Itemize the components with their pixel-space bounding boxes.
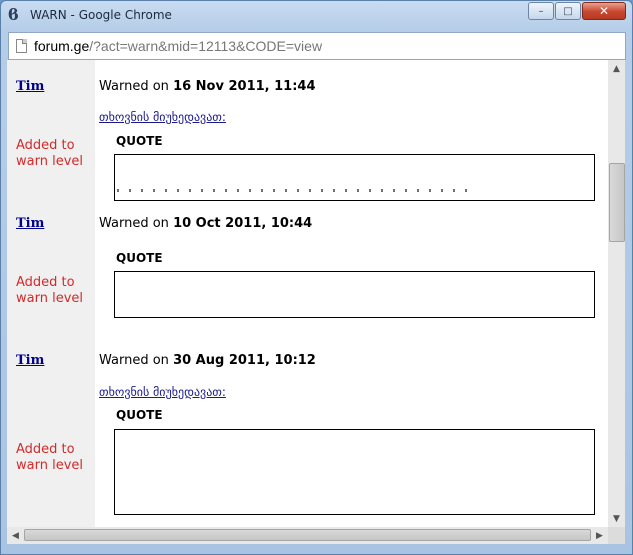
quote-text-fragment bbox=[117, 189, 477, 192]
topic-link[interactable]: თხოვნის მიუხედავათ: bbox=[99, 385, 226, 399]
title-bar[interactable]: ϐ WARN - Google Chrome – □ ✕ bbox=[1, 1, 632, 31]
vertical-scroll-thumb[interactable] bbox=[609, 163, 625, 242]
maximize-button[interactable]: □ bbox=[555, 2, 581, 20]
warned-on-label: Warned on bbox=[99, 216, 169, 231]
minimize-button[interactable]: – bbox=[528, 2, 554, 20]
warn-date-line: Warned on 30 Aug 2011, 10:12 bbox=[99, 353, 316, 368]
warn-date-line: Warned on 16 Nov 2011, 11:44 bbox=[99, 79, 316, 94]
window-controls: – □ ✕ bbox=[528, 2, 626, 20]
quote-box bbox=[114, 429, 595, 515]
address-bar[interactable]: forum.ge /?act=warn&mid=12113&CODE=view bbox=[8, 32, 626, 60]
vertical-scrollbar[interactable]: ▲ ▼ bbox=[608, 60, 625, 527]
warn-date: 16 Nov 2011, 11:44 bbox=[173, 79, 316, 94]
warned-on-label: Warned on bbox=[99, 353, 169, 368]
warn-date: 30 Aug 2011, 10:12 bbox=[173, 353, 316, 368]
scroll-left-icon[interactable]: ◀ bbox=[7, 527, 24, 544]
page-content: Tim Warned on 16 Nov 2011, 11:44 თხოვნის… bbox=[7, 60, 608, 527]
added-to-warn-level-label: Added to warn level bbox=[16, 442, 83, 473]
warned-on-label: Warned on bbox=[99, 79, 169, 94]
scroll-up-icon[interactable]: ▲ bbox=[608, 60, 625, 77]
quote-box bbox=[114, 271, 595, 318]
added-to-warn-level-label: Added to warn level bbox=[16, 275, 83, 306]
user-link[interactable]: Tim bbox=[16, 216, 44, 231]
page-icon bbox=[16, 39, 27, 53]
url-path: /?act=warn&mid=12113&CODE=view bbox=[89, 38, 323, 54]
quote-title: QUOTE bbox=[116, 408, 163, 422]
chrome-app-icon: ϐ bbox=[8, 5, 19, 24]
url-host: forum.ge bbox=[34, 38, 90, 54]
topic-link[interactable]: თხოვნის მიუხედავათ: bbox=[99, 110, 226, 124]
quote-title: QUOTE bbox=[116, 251, 163, 265]
quote-box bbox=[114, 154, 595, 201]
scroll-down-icon[interactable]: ▼ bbox=[608, 510, 625, 527]
user-link[interactable]: Tim bbox=[16, 79, 44, 94]
user-link[interactable]: Tim bbox=[16, 353, 44, 368]
warn-date: 10 Oct 2011, 10:44 bbox=[173, 216, 313, 231]
scroll-right-icon[interactable]: ▶ bbox=[591, 527, 608, 544]
window-title: WARN - Google Chrome bbox=[30, 8, 172, 22]
warn-date-line: Warned on 10 Oct 2011, 10:44 bbox=[99, 216, 312, 231]
scrollbar-corner bbox=[608, 527, 625, 544]
horizontal-scrollbar[interactable]: ◀ ▶ bbox=[7, 527, 608, 544]
quote-title: QUOTE bbox=[116, 134, 163, 148]
added-to-warn-level-label: Added to warn level bbox=[16, 138, 83, 169]
close-button[interactable]: ✕ bbox=[582, 2, 626, 20]
horizontal-scroll-thumb[interactable] bbox=[24, 529, 591, 541]
